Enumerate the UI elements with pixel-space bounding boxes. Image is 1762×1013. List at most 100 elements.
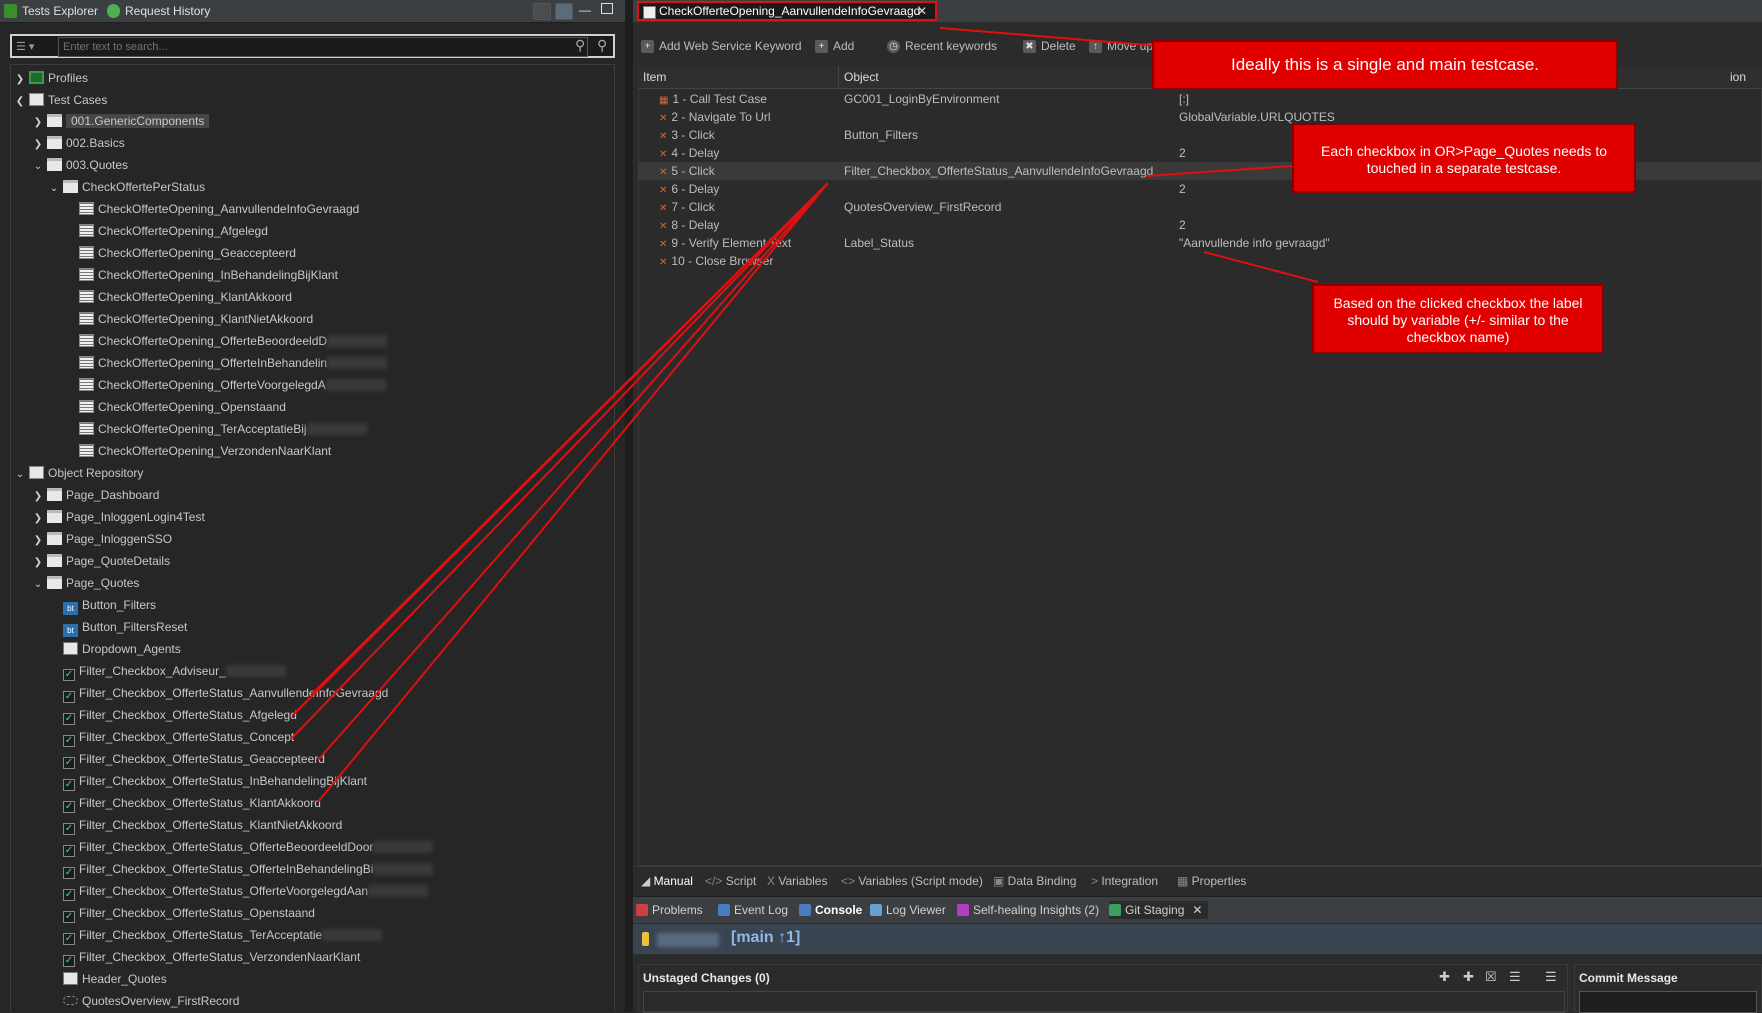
tab-test-case-editor[interactable]: CheckOfferteOpening_AanvullendeInfoGevra… — [637, 1, 937, 21]
tab-variables-script-mode[interactable]: <> Variables (Script mode) — [841, 872, 983, 890]
advanced-search-icon[interactable]: ⚲ — [597, 37, 607, 54]
delete-button[interactable]: ✖ Delete — [1023, 37, 1076, 55]
tree-item-checkbox[interactable]: ✓ Filter_Checkbox_OfferteStatus_Afgelegd — [60, 705, 297, 725]
tab-git-staging[interactable]: Git Staging ✕ — [1109, 901, 1209, 919]
chevron-down-icon[interactable]: ⌄ — [48, 179, 60, 199]
tree-item-test-case[interactable]: CheckOfferteOpening_Afgelegd — [76, 221, 268, 241]
tree-item-test-case[interactable]: CheckOfferteOpening_OfferteBeoordeeldD — [76, 331, 388, 351]
tree-item-folder[interactable]: ⌄ CheckOffertePerStatus — [48, 177, 205, 197]
tree-item-page[interactable]: ❯ Page_InloggenLogin4Test — [32, 507, 205, 527]
search-input[interactable] — [58, 37, 588, 57]
tree-item-test-case[interactable]: CheckOfferteOpening_Geaccepteerd — [76, 243, 296, 263]
tree-item-checkbox[interactable]: ✓ Filter_Checkbox_OfferteStatus_Concept — [60, 727, 294, 747]
tab-script[interactable]: </> Script — [705, 872, 756, 890]
search-icon[interactable]: ⚲ — [575, 37, 585, 54]
commit-message-input[interactable] — [1579, 991, 1757, 1013]
add-button[interactable]: + Add — [815, 37, 854, 55]
chevron-down-icon[interactable]: ⌄ — [32, 575, 44, 595]
stage-selected-icon[interactable]: ✚ — [1463, 969, 1474, 985]
tree-item-test-case[interactable]: CheckOfferteOpening_InBehandelingBijKlan… — [76, 265, 338, 285]
collapse-all-icon[interactable] — [533, 3, 551, 20]
tab-variables[interactable]: X Variables — [767, 872, 827, 890]
tree-item-checkbox[interactable]: ✓ Filter_Checkbox_OfferteStatus_Geaccepte… — [60, 749, 325, 769]
tab-log-viewer[interactable]: Log Viewer — [870, 901, 946, 919]
minimize-icon[interactable]: — — [579, 3, 591, 17]
tree-item-first-record[interactable]: QuotesOverview_FirstRecord — [60, 991, 239, 1011]
add-web-service-keyword-button[interactable]: + Add Web Service Keyword — [641, 37, 802, 55]
table-row[interactable]: ✕ 10 - Close Browser — [639, 252, 1761, 270]
tree-item-profiles[interactable]: ❯ Profiles — [14, 68, 88, 88]
column-header-item[interactable]: Item — [638, 66, 839, 88]
tree-item-checkbox[interactable]: ✓ Filter_Checkbox_OfferteStatus_Aanvullen… — [60, 683, 388, 703]
close-icon[interactable]: ✕ — [917, 3, 927, 19]
tree-item-dropdown[interactable]: Dropdown_Agents — [60, 639, 181, 659]
tab-request-history[interactable]: Request History — [103, 0, 245, 22]
tree-item-checkbox[interactable]: ✓ Filter_Checkbox_OfferteStatus_OfferteBe… — [60, 837, 434, 857]
close-icon[interactable]: ✕ — [1192, 901, 1202, 919]
tree-item-test-case[interactable]: CheckOfferteOpening_TerAcceptatieBij — [76, 419, 367, 439]
filter-icon[interactable]: ☰ ▾ — [16, 39, 50, 55]
chevron-down-icon[interactable]: ⌄ — [14, 465, 26, 485]
tree-item-header[interactable]: Header_Quotes — [60, 969, 167, 989]
chevron-right-icon[interactable]: ❯ — [32, 531, 44, 551]
tree-item-test-case[interactable]: CheckOfferteOpening_KlantAkkoord — [76, 287, 292, 307]
stage-all-icon[interactable]: ✚ — [1439, 969, 1450, 985]
table-row[interactable]: ✕ 7 - Click QuotesOverview_FirstRecord — [639, 198, 1761, 216]
tree-item-test-case[interactable]: CheckOfferteOpening_AanvullendeInfoGevra… — [76, 199, 359, 219]
tree-item-checkbox[interactable]: ✓ Filter_Checkbox_OfferteStatus_OfferteVo… — [60, 881, 429, 901]
tree-item-page-quotes[interactable]: ⌄ Page_Quotes — [32, 573, 139, 593]
tree-item-test-case[interactable]: CheckOfferteOpening_Openstaand — [76, 397, 286, 417]
recent-keywords-button[interactable]: ◷ Recent keywords — [887, 37, 997, 55]
discard-icon[interactable]: ☒ — [1485, 969, 1497, 985]
tab-manual[interactable]: ◢ Manual — [641, 872, 693, 890]
tree-item-test-case[interactable]: CheckOfferteOpening_KlantNietAkkoord — [76, 309, 313, 329]
tab-properties[interactable]: ▦ Properties — [1177, 872, 1246, 890]
tree-item-test-case[interactable]: CheckOfferteOpening_OfferteVoorgelegdA — [76, 375, 386, 395]
tree-item-test-case[interactable]: CheckOfferteOpening_VerzondenNaarKlant — [76, 441, 331, 461]
chevron-right-icon[interactable]: ❯ — [32, 509, 44, 529]
maximize-icon[interactable] — [601, 3, 613, 14]
tree-item-checkbox[interactable]: ✓ Filter_Checkbox_OfferteStatus_KlantAkko… — [60, 793, 321, 813]
tree-item-page[interactable]: ❯ Page_InloggenSSO — [32, 529, 172, 549]
chevron-down-icon[interactable]: ❮ — [14, 92, 26, 112]
tree-item-button[interactable]: bt Button_FiltersReset — [60, 617, 187, 637]
tree-item-checkbox[interactable]: ✓ Filter_Checkbox_Adviseur_ — [60, 661, 286, 681]
unstaged-file-list[interactable] — [643, 991, 1565, 1013]
tree-item-test-cases[interactable]: ❮ Test Cases — [14, 90, 107, 110]
tab-event-log[interactable]: Event Log — [718, 901, 788, 919]
tree-item-button[interactable]: bt Button_Filters — [60, 595, 156, 615]
chevron-right-icon[interactable]: ❯ — [32, 135, 44, 155]
tree-item-folder[interactable]: ❯ 001.GenericComponents — [32, 111, 210, 133]
tree-item-checkbox[interactable]: ✓ Filter_Checkbox_OfferteStatus_Verzonden… — [60, 947, 360, 967]
table-row[interactable]: ▦ 1 - Call Test Case GC001_LoginByEnvironm… — [639, 90, 1761, 108]
tree-item-checkbox[interactable]: ✓ Filter_Checkbox_OfferteStatus_KlantNiet… — [60, 815, 342, 835]
tab-console[interactable]: Console — [799, 901, 862, 919]
chevron-right-icon[interactable]: ❯ — [32, 553, 44, 573]
chevron-down-icon[interactable]: ⌄ — [32, 157, 44, 177]
tree-item-checkbox[interactable]: ✓ Filter_Checkbox_OfferteStatus_InBehande… — [60, 771, 367, 791]
table-row[interactable]: ✕ 8 - Delay 2 — [639, 216, 1761, 234]
table-row[interactable]: ✕ 9 - Verify Element Text Label_Status "Aan… — [639, 234, 1761, 252]
tree-item-test-case[interactable]: CheckOfferteOpening_OfferteInBehandelin — [76, 353, 388, 373]
tab-self-healing-insights[interactable]: Self-healing Insights (2) — [957, 901, 1099, 919]
chevron-right-icon[interactable]: ❯ — [32, 113, 44, 133]
chevron-right-icon[interactable]: ❯ — [14, 70, 26, 90]
link-editor-icon[interactable] — [555, 3, 573, 20]
tree-item-checkbox[interactable]: ✓ Filter_Checkbox_OfferteStatus_Openstaan… — [60, 903, 315, 923]
tree-item-page[interactable]: ❯ Page_QuoteDetails — [32, 551, 170, 571]
tree-item-folder[interactable]: ❯ 002.Basics — [32, 133, 125, 153]
tree-item-checkbox[interactable]: ✓ Filter_Checkbox_OfferteStatus_TerAccept… — [60, 925, 383, 945]
tree-item-folder[interactable]: ⌄ 003.Quotes — [32, 155, 128, 175]
list-view-icon[interactable]: ☰ — [1509, 969, 1521, 985]
tab-data-binding[interactable]: ▣ Data Binding — [993, 872, 1076, 890]
tree-item-checkbox[interactable]: ✓ Filter_Checkbox_OfferteStatus_OfferteIn… — [60, 859, 434, 879]
tree-item-object-repository[interactable]: ⌄ Object Repository — [14, 463, 143, 483]
column-header-description[interactable]: ion — [1730, 66, 1762, 88]
panel-splitter[interactable] — [625, 0, 633, 1012]
chevron-right-icon[interactable]: ❯ — [32, 487, 44, 507]
tab-integration[interactable]: > Integration — [1091, 872, 1158, 890]
tab-problems[interactable]: Problems — [636, 901, 703, 919]
move-up-button[interactable]: ↑ Move up — [1089, 37, 1153, 55]
tree-view-icon[interactable]: ☰ — [1545, 969, 1557, 985]
tree-item-page[interactable]: ❯ Page_Dashboard — [32, 485, 159, 505]
